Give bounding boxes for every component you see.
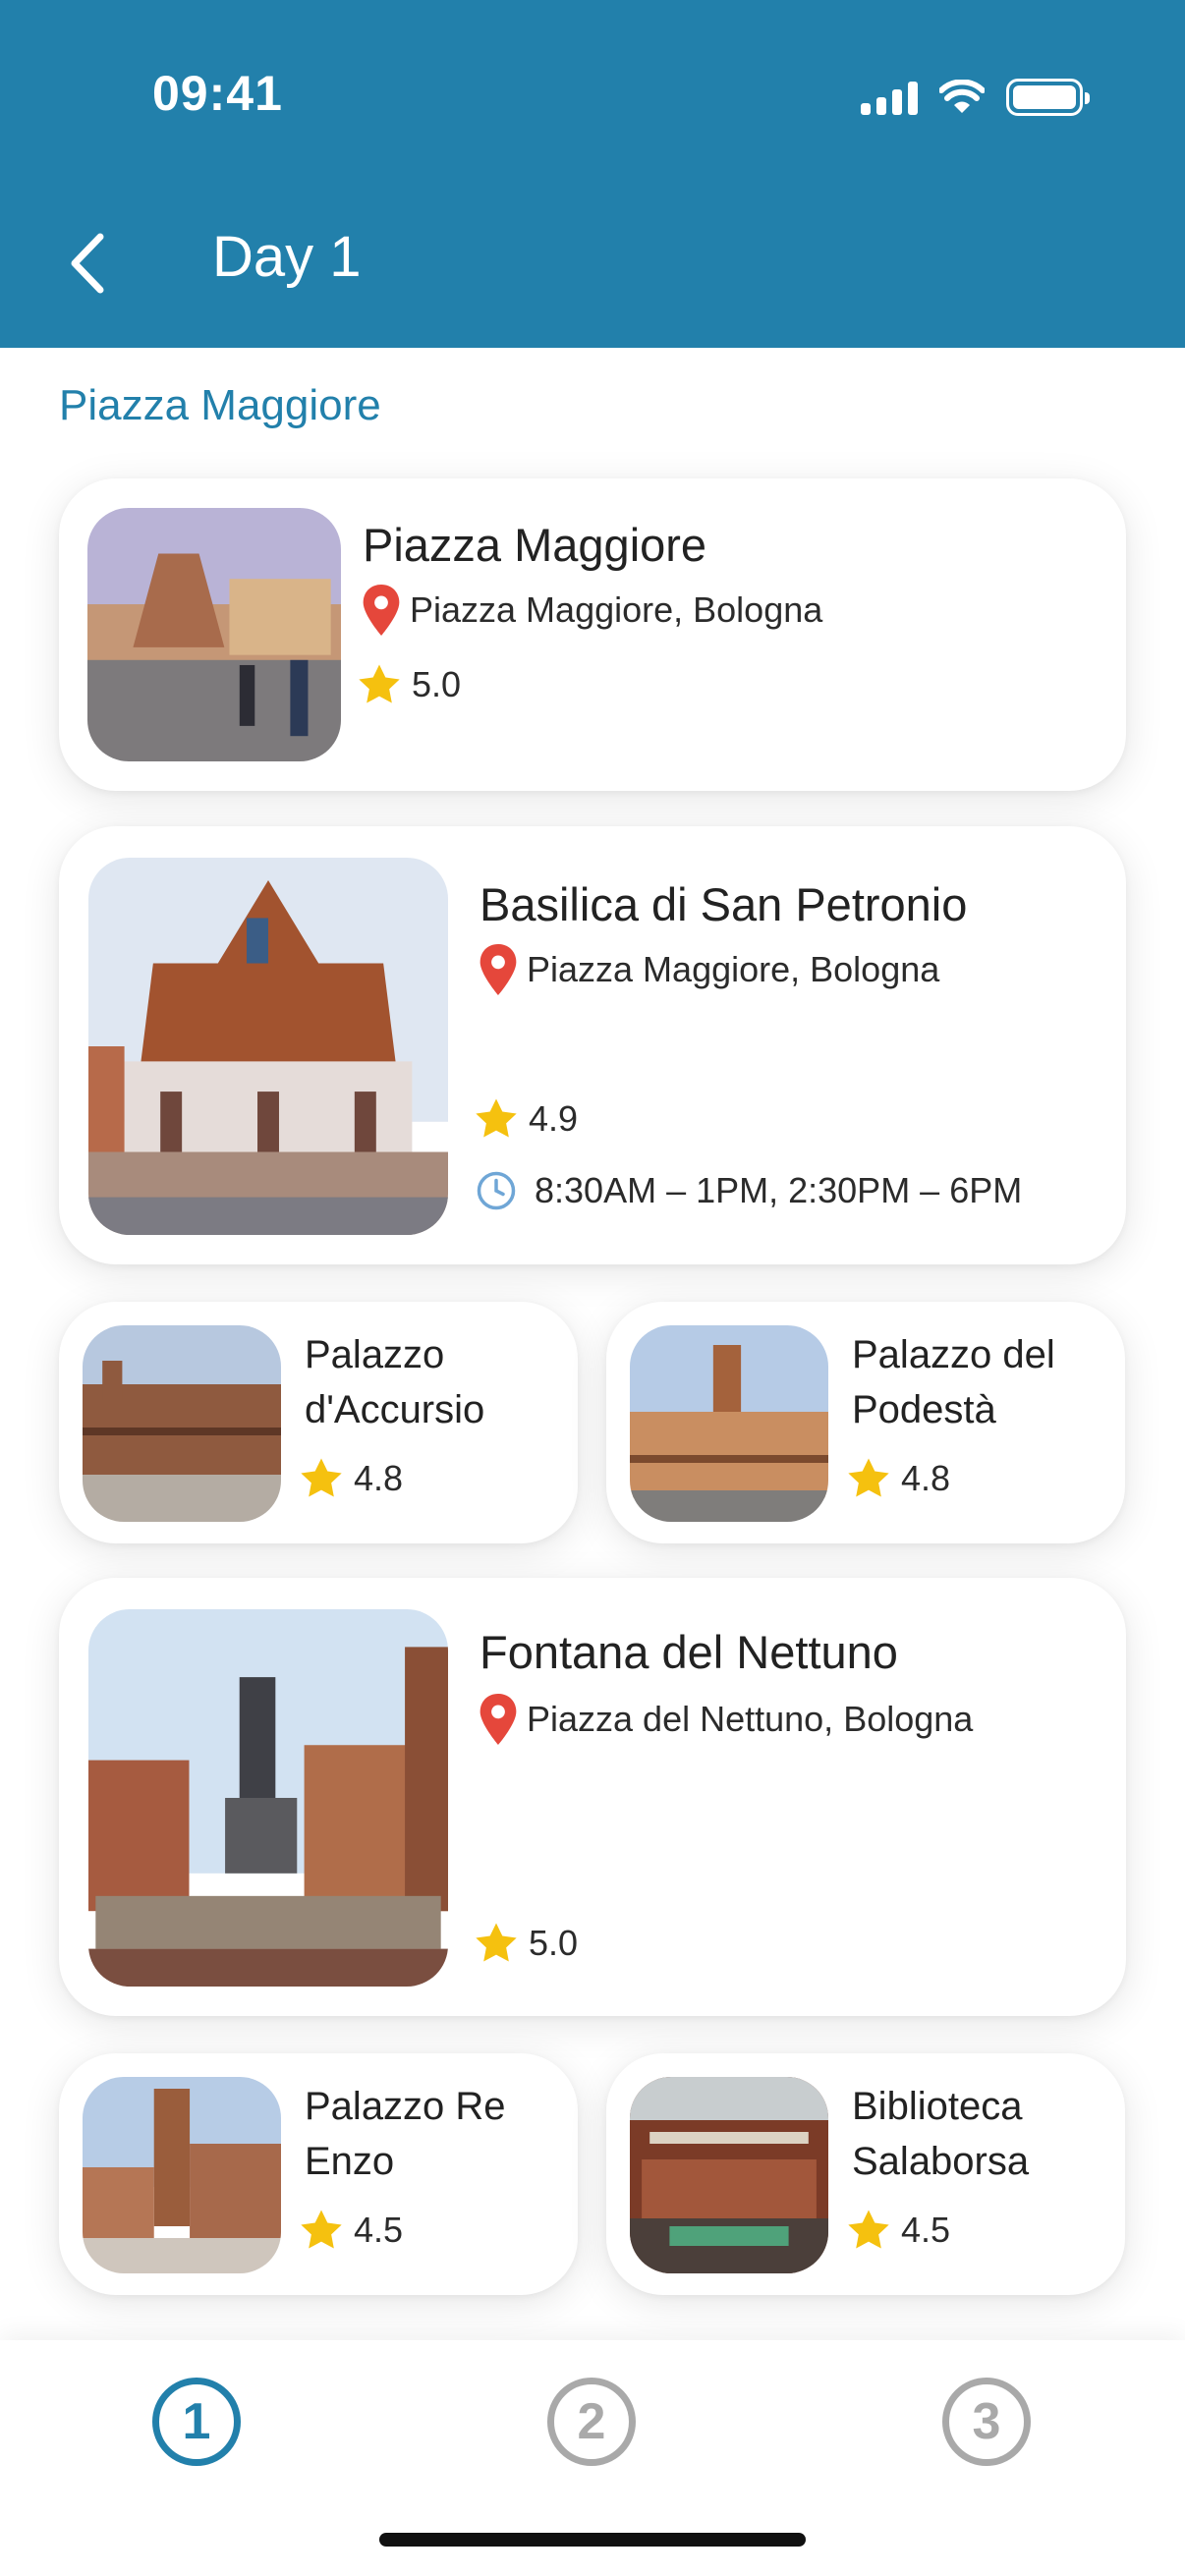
place-card[interactable]: Palazzo del Podestà 4.8 bbox=[606, 1302, 1125, 1543]
place-rating: 4.5 bbox=[299, 2209, 403, 2252]
place-card[interactable]: Palazzo Re Enzo 4.5 bbox=[59, 2053, 578, 2295]
place-address: Piazza Maggiore, Bologna bbox=[480, 944, 939, 995]
star-icon bbox=[476, 1098, 517, 1138]
place-rating: 4.8 bbox=[299, 1457, 403, 1500]
back-button[interactable] bbox=[57, 224, 116, 303]
place-card[interactable]: Basilica di San Petronio Piazza Maggiore… bbox=[59, 826, 1126, 1264]
location-pin-icon bbox=[480, 944, 517, 995]
place-photo bbox=[630, 2077, 828, 2273]
place-title: Fontana del Nettuno bbox=[480, 1626, 898, 1678]
place-title: Palazzo del Podestà bbox=[852, 1333, 1055, 1431]
place-card[interactable]: Fontana del Nettuno Piazza del Nettuno, … bbox=[59, 1578, 1126, 2016]
place-hours: 8:30AM – 1PM, 2:30PM – 6PM bbox=[476, 1170, 1022, 1211]
status-icons bbox=[861, 73, 1090, 122]
place-address: Piazza Maggiore, Bologna bbox=[363, 585, 822, 636]
screen: 09:41 Day 1 Piazza Maggiore Piazza Maggi… bbox=[0, 0, 1185, 2576]
place-photo bbox=[83, 2077, 281, 2273]
place-rating: 4.8 bbox=[846, 1457, 950, 1500]
star-icon bbox=[301, 1458, 342, 1497]
status-time: 09:41 bbox=[152, 66, 283, 121]
place-photo bbox=[88, 1609, 448, 1987]
place-title: Palazzo d'Accursio bbox=[305, 1333, 485, 1431]
place-title: Piazza Maggiore bbox=[363, 519, 707, 571]
cellular-signal-icon bbox=[861, 80, 918, 115]
nav-day-1[interactable]: 1 bbox=[152, 2378, 241, 2466]
home-indicator[interactable] bbox=[379, 2533, 806, 2547]
star-icon bbox=[301, 2210, 342, 2249]
nav-day-2[interactable]: 2 bbox=[547, 2378, 636, 2466]
place-card[interactable]: Piazza Maggiore Piazza Maggiore, Bologna… bbox=[59, 478, 1126, 791]
place-card[interactable]: Palazzo d'Accursio 4.8 bbox=[59, 1302, 578, 1543]
place-title: Biblioteca Salaborsa bbox=[852, 2085, 1030, 2183]
star-icon bbox=[848, 1458, 889, 1497]
wifi-icon bbox=[939, 80, 985, 113]
section-title: Piazza Maggiore bbox=[59, 381, 381, 429]
place-photo bbox=[630, 1325, 828, 1522]
place-rating: 4.9 bbox=[474, 1097, 578, 1141]
place-title: Palazzo Re Enzo bbox=[305, 2085, 506, 2183]
nav-day-3[interactable]: 3 bbox=[942, 2378, 1031, 2466]
battery-icon bbox=[1006, 79, 1090, 116]
place-photo bbox=[88, 858, 448, 1235]
chevron-left-icon bbox=[71, 233, 104, 294]
clock-icon bbox=[477, 1171, 516, 1210]
place-title: Basilica di San Petronio bbox=[480, 878, 968, 930]
app-header: 09:41 Day 1 bbox=[0, 0, 1185, 348]
location-pin-icon bbox=[363, 585, 400, 636]
place-card[interactable]: Biblioteca Salaborsa 4.5 bbox=[606, 2053, 1125, 2295]
star-icon bbox=[848, 2210, 889, 2249]
place-address: Piazza del Nettuno, Bologna bbox=[480, 1694, 973, 1745]
star-icon bbox=[359, 664, 400, 703]
place-photo bbox=[83, 1325, 281, 1522]
place-rating: 4.5 bbox=[846, 2209, 950, 2252]
star-icon bbox=[476, 1923, 517, 1962]
place-rating: 5.0 bbox=[474, 1922, 578, 1965]
location-pin-icon bbox=[480, 1694, 517, 1745]
place-photo bbox=[87, 508, 341, 761]
page-title: Day 1 bbox=[212, 225, 362, 289]
place-rating: 5.0 bbox=[357, 663, 461, 706]
